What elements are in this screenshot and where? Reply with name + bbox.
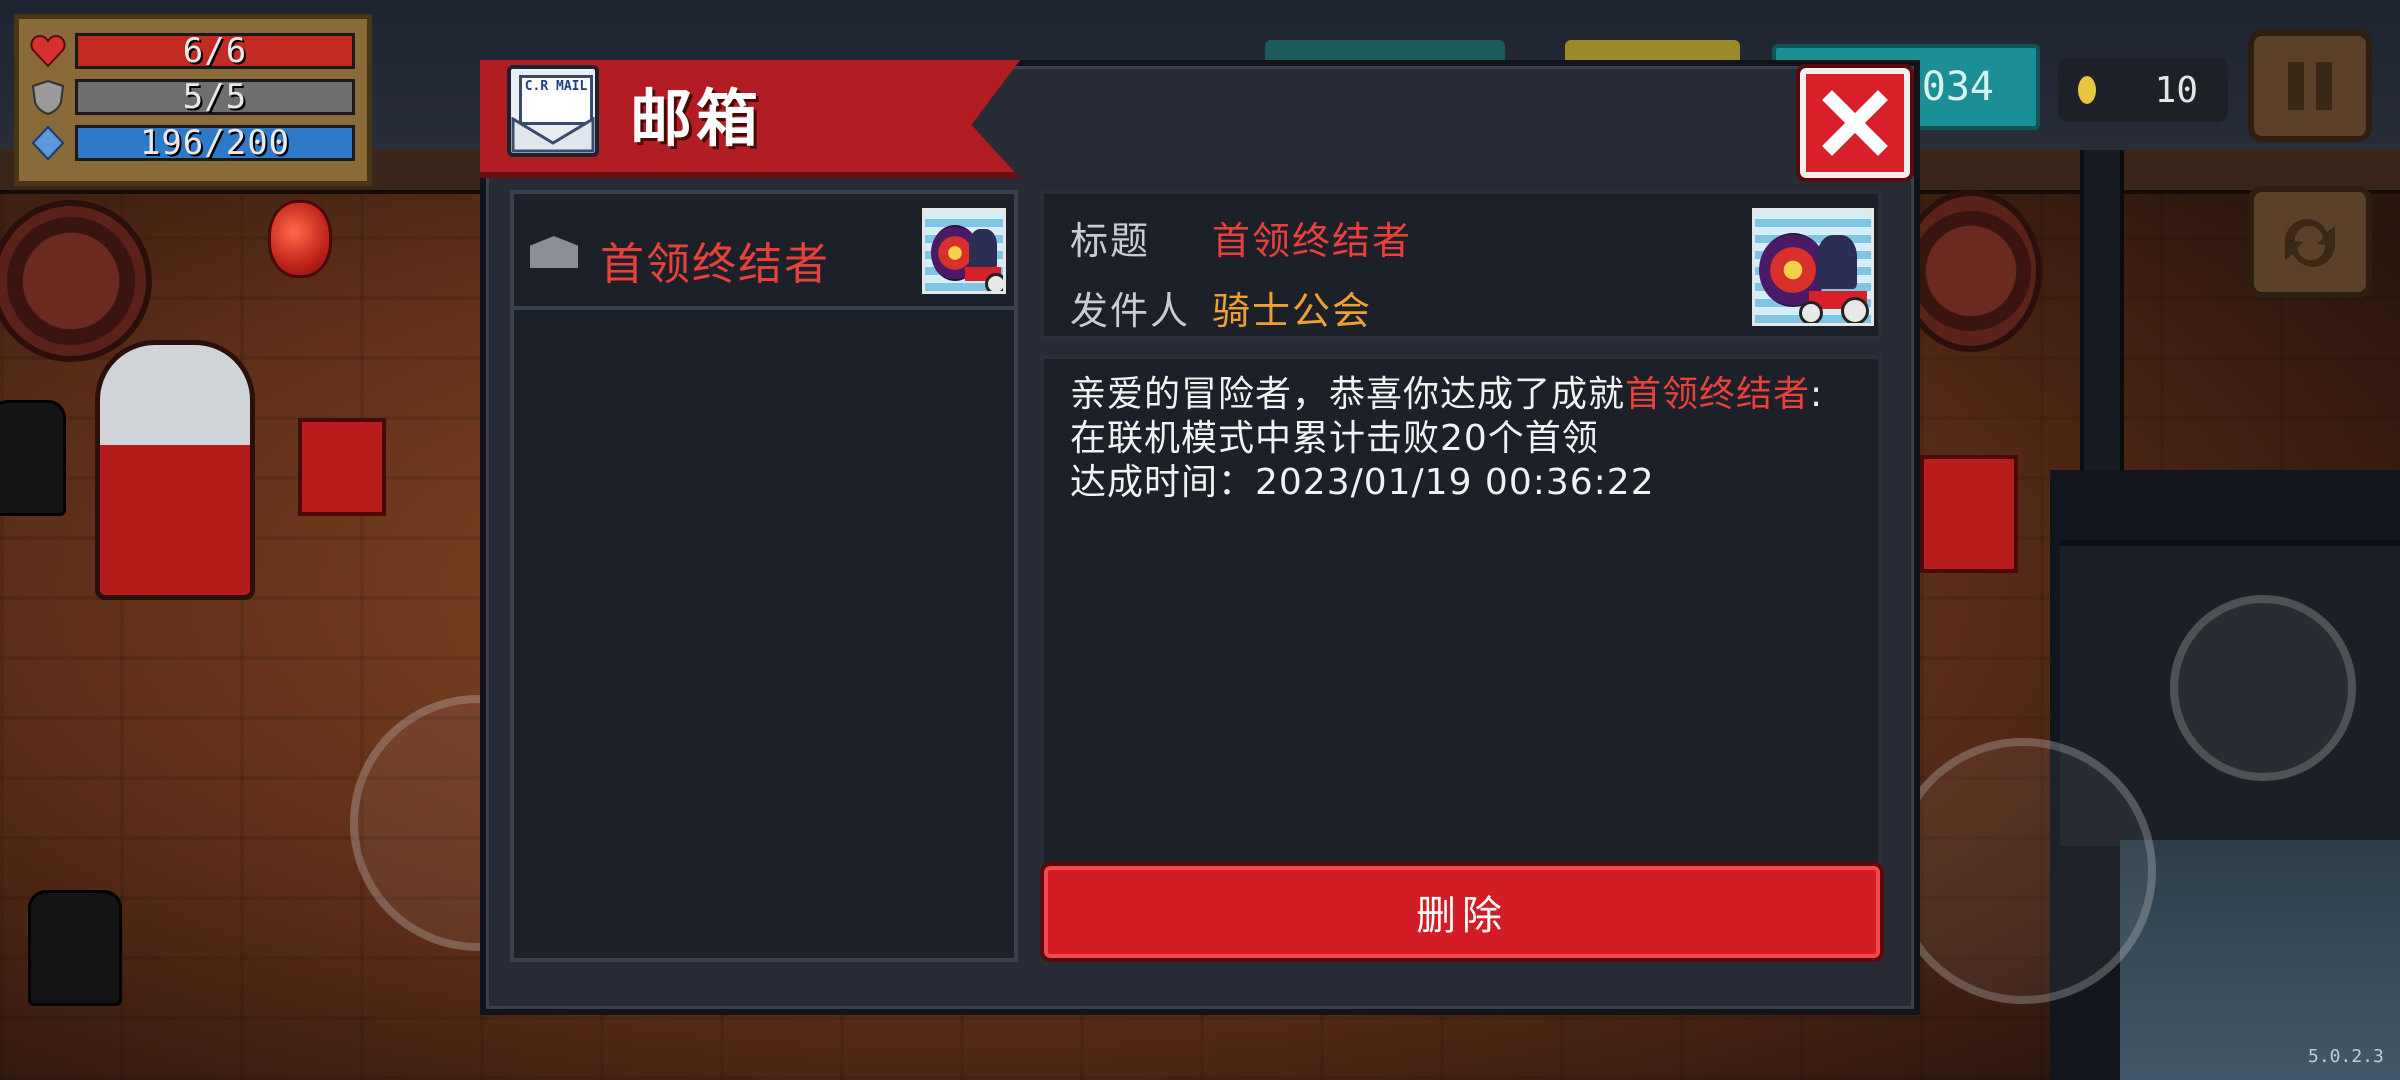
mailbox-title: 邮箱: [630, 82, 763, 155]
shield-icon: [29, 78, 67, 116]
energy-row: 196/200: [29, 121, 357, 165]
gacha-machine: [95, 340, 255, 600]
coin-icon: [2078, 76, 2096, 104]
pause-button[interactable]: [2248, 30, 2372, 142]
mail-body-achievement: 首领终结者: [1625, 374, 1811, 415]
mail-body-text: 亲爱的冒险者，恭喜你达成了成就首领终结者:在联机模式中累计击败20个首领 达成时…: [1070, 373, 1860, 505]
envelope-icon: [530, 236, 578, 268]
player-stats-panel: 6/6 5/5 196/200: [14, 14, 372, 186]
sender-value: 骑士公会: [1212, 289, 1373, 333]
heart-icon: [29, 32, 67, 70]
npc-character: [0, 400, 66, 516]
close-icon: [1822, 90, 1888, 156]
coin-counter: 10: [2058, 58, 2228, 122]
title-value: 首领终结者: [1212, 219, 1413, 263]
mail-body-prefix: 亲爱的冒险者，恭喜你达成了成就: [1070, 374, 1626, 415]
envelope-icon: [511, 117, 595, 153]
mail-icon: C.R MAIL: [507, 65, 599, 157]
version-label: 5.0.2.3: [2308, 1046, 2384, 1067]
red-decoration: [298, 418, 386, 516]
mail-list-item-title: 首领终结者: [600, 239, 830, 290]
title-label: 标题: [1070, 219, 1151, 263]
swap-icon: [2284, 219, 2336, 267]
red-lantern: [268, 200, 332, 278]
achievement-thumbnail: [1752, 208, 1874, 326]
game-pillar: [2080, 150, 2124, 480]
delete-button[interactable]: 删除: [1040, 862, 1884, 962]
energy-bar: 196/200: [75, 125, 355, 161]
coin-value: 10: [2154, 69, 2198, 111]
mail-info-panel: 标题 首领终结者 发件人 骑士公会: [1040, 190, 1882, 340]
mail-body-time: 达成时间：2023/01/19 00:36:22: [1070, 462, 1655, 503]
game-side-room-floor: [2120, 840, 2400, 1080]
achievement-thumbnail: [922, 208, 1006, 294]
sender-label: 发件人: [1070, 289, 1191, 333]
close-button[interactable]: [1796, 64, 1914, 182]
hp-bar: 6/6: [75, 33, 355, 69]
armor-bar: 5/5: [75, 79, 355, 115]
attack-button[interactable]: [1890, 738, 2156, 1004]
wall-medallion: [1900, 190, 2042, 352]
pause-icon: [2288, 62, 2332, 110]
mail-list: 首领终结者: [510, 190, 1018, 962]
gems-value: 034: [1921, 64, 1994, 110]
switch-button[interactable]: [2248, 186, 2372, 298]
weapon-switch-button[interactable]: [2170, 595, 2356, 781]
mail-list-item[interactable]: 首领终结者: [514, 194, 1014, 310]
player-character[interactable]: [28, 890, 122, 1006]
red-cabinet: [1920, 455, 2018, 573]
armor-row: 5/5: [29, 75, 357, 119]
diamond-icon: [29, 124, 67, 162]
hp-row: 6/6: [29, 29, 357, 73]
